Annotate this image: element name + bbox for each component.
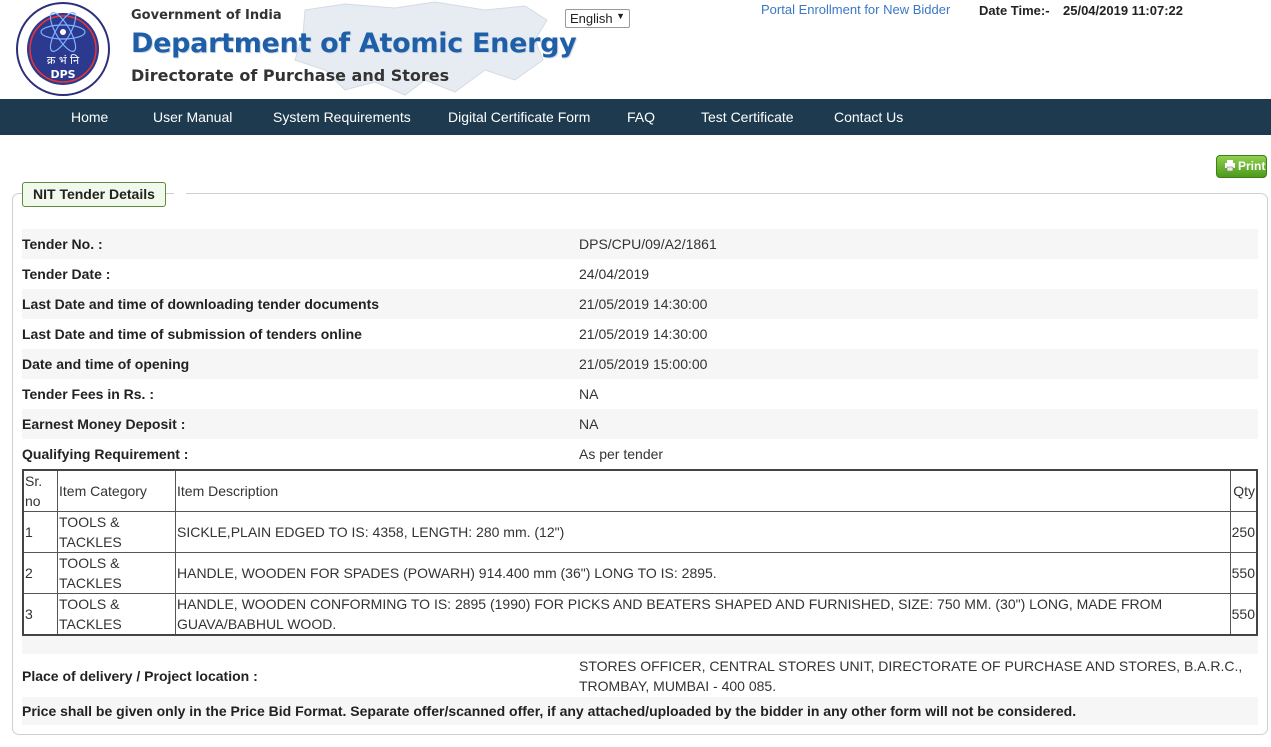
cell-item-description: HANDLE, WOODEN CONFORMING TO IS: 2895 (1… <box>175 593 1231 636</box>
detail-row: Last Date and time of downloading tender… <box>22 289 1258 319</box>
detail-value: DPS/CPU/09/A2/1861 <box>579 236 717 252</box>
detail-value: 21/05/2019 14:30:00 <box>579 296 708 312</box>
nav-system-requirements[interactable]: System Requirements <box>273 109 411 125</box>
detail-row: Last Date and time of submission of tend… <box>22 319 1258 349</box>
cell-sr-no: 2 <box>22 552 58 594</box>
column-header-sr-no: Sr. no <box>22 469 58 512</box>
table-row: 2 TOOLS & TACKLES HANDLE, WOODEN FOR SPA… <box>22 552 1258 594</box>
cell-item-category: TOOLS & TACKLES <box>57 552 176 594</box>
detail-value: NA <box>579 386 599 402</box>
items-table: Sr. no Item Category Item Description Qt… <box>22 469 1258 636</box>
detail-value: NA <box>579 416 599 432</box>
svg-text:क्र भं नि: क्र भं नि <box>47 54 80 67</box>
cell-item-description: HANDLE, WOODEN FOR SPADES (POWARH) 914.4… <box>175 552 1231 594</box>
detail-label: Tender Date : <box>22 266 111 282</box>
table-row: 1 TOOLS & TACKLES SICKLE,PLAIN EDGED TO … <box>22 511 1258 553</box>
detail-value: As per tender <box>579 446 664 462</box>
directorate-title: Directorate of Purchase and Stores <box>131 66 450 85</box>
nav-faq[interactable]: FAQ <box>627 109 655 125</box>
language-select[interactable]: English ▼ <box>565 9 630 28</box>
nav-digital-certificate-form[interactable]: Digital Certificate Form <box>448 109 590 125</box>
delivery-location-value: STORES OFFICER, CENTRAL STORES UNIT, DIR… <box>579 658 1243 694</box>
print-button[interactable]: Print <box>1216 155 1267 178</box>
column-header-item-description: Item Description <box>175 469 1231 512</box>
cell-item-description: SICKLE,PLAIN EDGED TO IS: 4358, LENGTH: … <box>175 511 1231 553</box>
detail-row: Earnest Money Deposit : NA <box>22 409 1258 439</box>
site-header: क्र भं नि DPS Government of India Depart… <box>0 0 1271 99</box>
detail-value: 21/05/2019 14:30:00 <box>579 326 708 342</box>
print-label: Print <box>1238 159 1266 173</box>
nav-test-certificate[interactable]: Test Certificate <box>701 109 794 125</box>
detail-row: Qualifying Requirement : As per tender <box>22 439 1258 469</box>
cell-qty: 550 <box>1229 593 1258 636</box>
detail-label: Tender Fees in Rs. : <box>22 386 154 402</box>
detail-value: 21/05/2019 15:00:00 <box>579 356 708 372</box>
department-title: Department of Atomic Energy <box>131 28 577 59</box>
detail-value: 24/04/2019 <box>579 266 650 282</box>
cell-qty: 250 <box>1229 511 1258 553</box>
section-title: NIT Tender Details <box>22 182 166 207</box>
detail-label: Date and time of opening <box>22 356 190 372</box>
detail-label: Last Date and time of downloading tender… <box>22 296 380 312</box>
detail-label: Tender No. : <box>22 236 103 252</box>
detail-label: Last Date and time of submission of tend… <box>22 326 362 342</box>
date-time-label: Date Time:- <box>979 3 1050 18</box>
portal-enrollment-link[interactable]: Portal Enrollment for New Bidder <box>761 2 950 17</box>
cell-item-category: TOOLS & TACKLES <box>57 511 176 553</box>
cell-qty: 550 <box>1229 552 1258 594</box>
table-row: 3 TOOLS & TACKLES HANDLE, WOODEN CONFORM… <box>22 593 1258 636</box>
detail-row: Tender Fees in Rs. : NA <box>22 379 1258 409</box>
nav-home[interactable]: Home <box>71 109 108 125</box>
price-bid-note: Price shall be given only in the Price B… <box>22 697 1258 725</box>
nav-user-manual[interactable]: User Manual <box>153 109 232 125</box>
cell-item-category: TOOLS & TACKLES <box>57 593 176 636</box>
main-nav: Home User Manual System Requirements Dig… <box>0 99 1271 135</box>
column-header-qty: Qty <box>1229 469 1258 512</box>
dps-logo: क्र भं नि DPS <box>16 2 110 96</box>
cell-sr-no: 3 <box>22 593 58 636</box>
nav-contact-us[interactable]: Contact Us <box>834 109 903 125</box>
price-bid-note-text: Price shall be given only in the Price B… <box>22 703 1077 719</box>
detail-row: Tender Date : 24/04/2019 <box>22 259 1258 289</box>
language-value: English <box>570 11 613 26</box>
detail-row: Date and time of opening 21/05/2019 15:0… <box>22 349 1258 379</box>
printer-icon <box>1225 160 1235 171</box>
detail-label: Qualifying Requirement : <box>22 446 189 462</box>
gov-label: Government of India <box>131 8 282 23</box>
date-time-value: 25/04/2019 11:07:22 <box>1063 3 1183 18</box>
column-header-item-category: Item Category <box>57 469 176 512</box>
detail-row: Tender No. : DPS/CPU/09/A2/1861 <box>22 229 1258 259</box>
cell-sr-no: 1 <box>22 511 58 553</box>
svg-text:DPS: DPS <box>50 68 75 81</box>
detail-label: Earnest Money Deposit : <box>22 416 186 432</box>
delivery-location-row: Place of delivery / Project location : S… <box>22 654 1258 696</box>
dropdown-arrow-icon: ▼ <box>616 11 625 21</box>
table-header-row: Sr. no Item Category Item Description Qt… <box>22 469 1258 512</box>
delivery-location-label: Place of delivery / Project location : <box>22 668 258 684</box>
